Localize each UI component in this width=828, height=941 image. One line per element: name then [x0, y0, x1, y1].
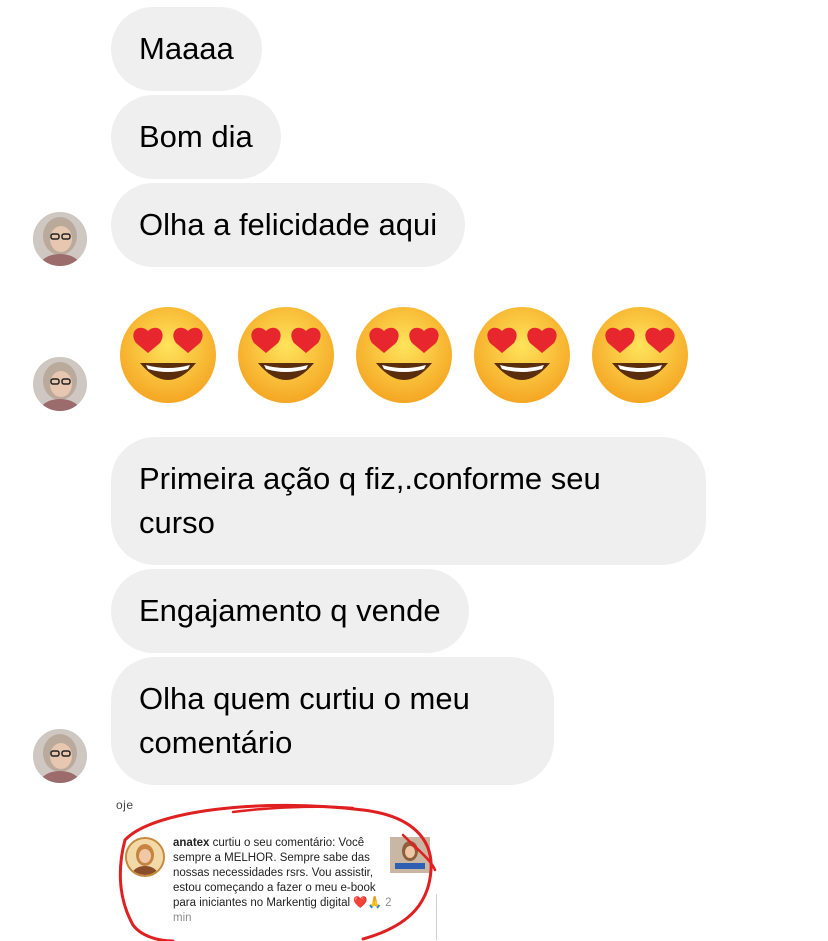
heart-eyes-emoji-icon	[238, 307, 334, 403]
message-bubble-2[interactable]: Bom dia	[111, 95, 281, 179]
message-text: Engajamento q vende	[139, 593, 441, 628]
sender-avatar[interactable]	[33, 357, 87, 411]
message-text: Primeira ação q fiz,.conforme seu curso	[139, 461, 601, 540]
message-text: Olha quem curtiu o meu comentário	[139, 681, 470, 760]
heart-eyes-emoji-icon	[474, 307, 570, 403]
heart-eyes-emoji-icon	[120, 307, 216, 403]
avatar-photo	[33, 357, 87, 411]
message-bubble-1[interactable]: Maaaa	[111, 7, 262, 91]
message-bubble-4[interactable]: Primeira ação q fiz,.conforme seu curso	[111, 437, 706, 565]
sender-avatar[interactable]	[33, 212, 87, 266]
avatar-photo	[33, 212, 87, 266]
attached-screenshot-image[interactable]: oje anatex curtiu o seu comentário: Você…	[113, 800, 443, 941]
message-bubble-3[interactable]: Olha a felicidade aqui	[111, 183, 466, 267]
emoji-message[interactable]	[118, 305, 690, 405]
avatar-photo	[33, 729, 87, 783]
message-bubble-5[interactable]: Engajamento q vende	[111, 569, 469, 653]
heart-eyes-emoji-icon	[356, 307, 452, 403]
message-text: Olha a felicidade aqui	[139, 207, 438, 242]
sender-avatar[interactable]	[33, 729, 87, 783]
message-bubble-6[interactable]: Olha quem curtiu o meu comentário	[111, 657, 554, 785]
message-text: Maaaa	[139, 31, 234, 66]
heart-eyes-emoji-icon	[592, 307, 688, 403]
message-text: Bom dia	[139, 119, 253, 154]
red-circle-annotation	[118, 803, 437, 941]
